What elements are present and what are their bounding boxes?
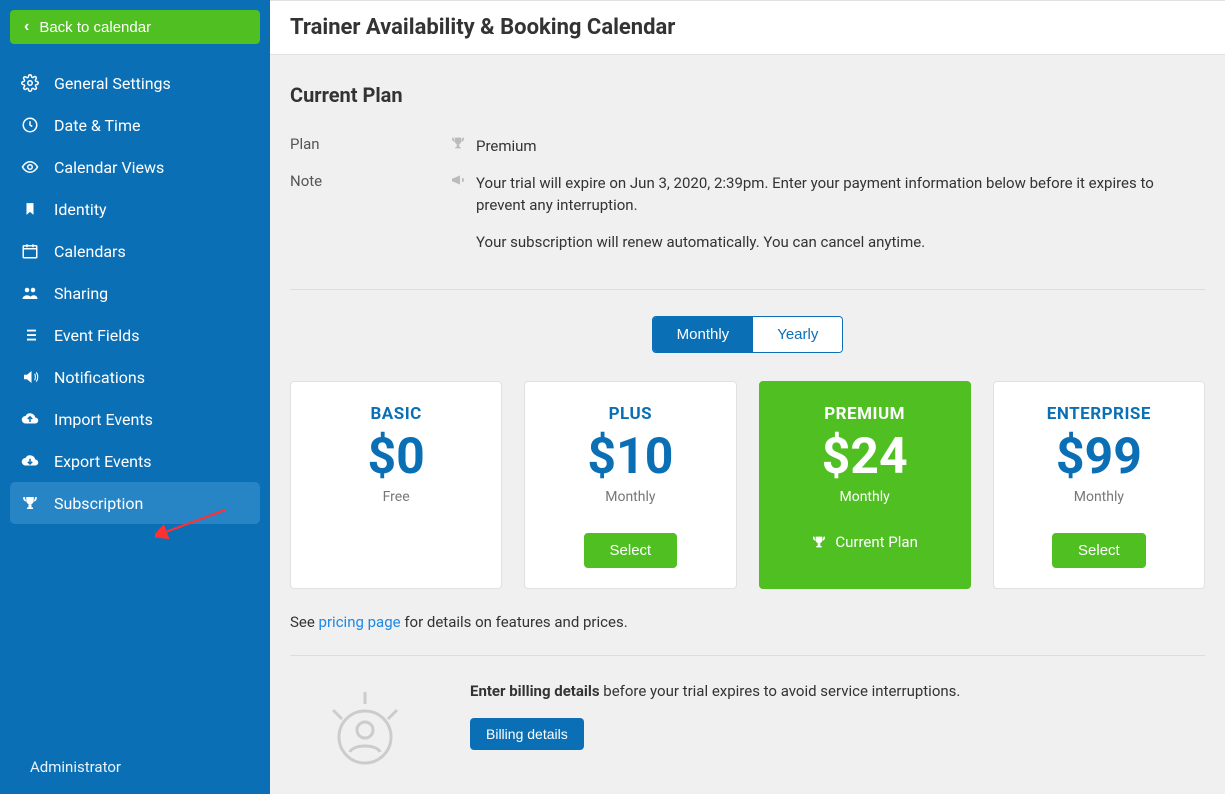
plan-interval: Monthly	[1006, 489, 1192, 505]
sidebar-item-label: Event Fields	[54, 326, 139, 345]
sidebar-item-label: Sharing	[54, 284, 108, 303]
plan-interval: Free	[303, 489, 489, 505]
speaker-icon	[20, 367, 40, 387]
billing-toggle-yearly[interactable]: Yearly	[753, 317, 842, 352]
note-line-2: Your subscription will renew automatical…	[476, 231, 1205, 254]
current-plan-label: Current Plan	[835, 533, 917, 551]
plan-interval: Monthly	[772, 489, 958, 505]
trophy-icon	[811, 534, 827, 550]
current-plan-badge: Current Plan	[772, 533, 958, 551]
sidebar-item-label: Subscription	[54, 494, 143, 513]
sidebar-item-subscription[interactable]: Subscription	[10, 482, 260, 524]
plan-card-plus: PLUS $10 Monthly Select	[524, 381, 736, 589]
select-plan-button[interactable]: Select	[584, 533, 678, 568]
sidebar-item-import-events[interactable]: Import Events	[0, 398, 270, 440]
plan-price: $24	[772, 430, 958, 485]
megaphone-icon	[450, 172, 476, 268]
plan-name: BASIC	[303, 404, 489, 424]
sidebar-item-label: Export Events	[54, 452, 152, 471]
back-button-label: Back to calendar	[39, 19, 151, 36]
plan-price: $0	[303, 430, 489, 485]
sidebar-item-label: General Settings	[54, 74, 171, 93]
sidebar-item-label: Date & Time	[54, 116, 140, 135]
admin-label: Administrator	[30, 758, 121, 776]
plan-cards: BASIC $0 Free PLUS $10 Monthly Select PR…	[290, 381, 1205, 589]
plan-name: ENTERPRISE	[1006, 404, 1192, 424]
page-title: Trainer Availability & Booking Calendar	[290, 15, 1205, 40]
billing-illustration-icon	[290, 682, 440, 772]
billing-heading: Enter billing details before your trial …	[470, 682, 960, 700]
billing-toggle-monthly[interactable]: Monthly	[653, 317, 754, 352]
eye-icon	[20, 157, 40, 177]
plan-card-premium: PREMIUM $24 Monthly Current Plan	[759, 381, 971, 589]
sidebar-item-identity[interactable]: Identity	[0, 188, 270, 230]
pricing-page-link[interactable]: pricing page	[319, 613, 401, 631]
main: Trainer Availability & Booking Calendar …	[270, 0, 1225, 794]
sidebar-item-label: Calendar Views	[54, 158, 164, 177]
sidebar-item-label: Calendars	[54, 242, 126, 261]
current-plan-heading: Current Plan	[290, 83, 1205, 107]
sidebar: ‹ Back to calendar General Settings Date…	[0, 0, 270, 794]
billing-details-button[interactable]: Billing details	[470, 718, 584, 750]
divider	[290, 289, 1205, 290]
billing-heading-rest: before your trial expires to avoid servi…	[600, 682, 961, 700]
cloud-up-icon	[20, 409, 40, 429]
divider	[290, 655, 1205, 656]
sidebar-item-calendar-views[interactable]: Calendar Views	[0, 146, 270, 188]
plan-row-value: Premium	[476, 135, 1205, 158]
plan-price: $10	[537, 430, 723, 485]
select-plan-button[interactable]: Select	[1052, 533, 1146, 568]
back-to-calendar-button[interactable]: ‹ Back to calendar	[10, 10, 260, 44]
pricing-note-prefix: See	[290, 613, 319, 631]
sidebar-item-label: Notifications	[54, 368, 145, 387]
sidebar-item-calendars[interactable]: Calendars	[0, 230, 270, 272]
pricing-note-suffix: for details on features and prices.	[401, 613, 628, 631]
chevron-left-icon: ‹	[24, 18, 29, 36]
note-line-1: Your trial will expire on Jun 3, 2020, 2…	[476, 172, 1205, 217]
note-row-value: Your trial will expire on Jun 3, 2020, 2…	[476, 172, 1205, 268]
bookmark-icon	[20, 199, 40, 219]
note-row-label: Note	[290, 172, 450, 268]
plan-card-enterprise: ENTERPRISE $99 Monthly Select	[993, 381, 1205, 589]
sidebar-item-date-time[interactable]: Date & Time	[0, 104, 270, 146]
content: Current Plan Plan Premium Note Your tria…	[270, 55, 1225, 794]
billing-section: Enter billing details before your trial …	[290, 682, 1205, 772]
plan-row-label: Plan	[290, 135, 450, 158]
sidebar-item-label: Identity	[54, 200, 107, 219]
sidebar-item-label: Import Events	[54, 410, 153, 429]
sidebar-nav: General Settings Date & Time Calendar Vi…	[0, 62, 270, 524]
billing-cycle-toggle: Monthly Yearly	[290, 316, 1205, 353]
people-icon	[20, 283, 40, 303]
plan-interval: Monthly	[537, 489, 723, 505]
calendar-icon	[20, 241, 40, 261]
plan-name: PLUS	[537, 404, 723, 424]
plan-price: $99	[1006, 430, 1192, 485]
cloud-down-icon	[20, 451, 40, 471]
sidebar-item-event-fields[interactable]: Event Fields	[0, 314, 270, 356]
pricing-note: See pricing page for details on features…	[290, 613, 1205, 631]
trophy-icon	[450, 135, 476, 158]
clock-icon	[20, 115, 40, 135]
sidebar-item-notifications[interactable]: Notifications	[0, 356, 270, 398]
gear-icon	[20, 73, 40, 93]
topbar: Trainer Availability & Booking Calendar	[270, 0, 1225, 55]
plan-card-basic: BASIC $0 Free	[290, 381, 502, 589]
sidebar-item-export-events[interactable]: Export Events	[0, 440, 270, 482]
billing-heading-strong: Enter billing details	[470, 682, 600, 700]
sidebar-item-sharing[interactable]: Sharing	[0, 272, 270, 314]
trophy-icon	[20, 493, 40, 513]
list-icon	[20, 325, 40, 345]
sidebar-item-general-settings[interactable]: General Settings	[0, 62, 270, 104]
plan-name: PREMIUM	[772, 404, 958, 424]
note-row: Note Your trial will expire on Jun 3, 20…	[290, 172, 1205, 268]
plan-row: Plan Premium	[290, 135, 1205, 158]
